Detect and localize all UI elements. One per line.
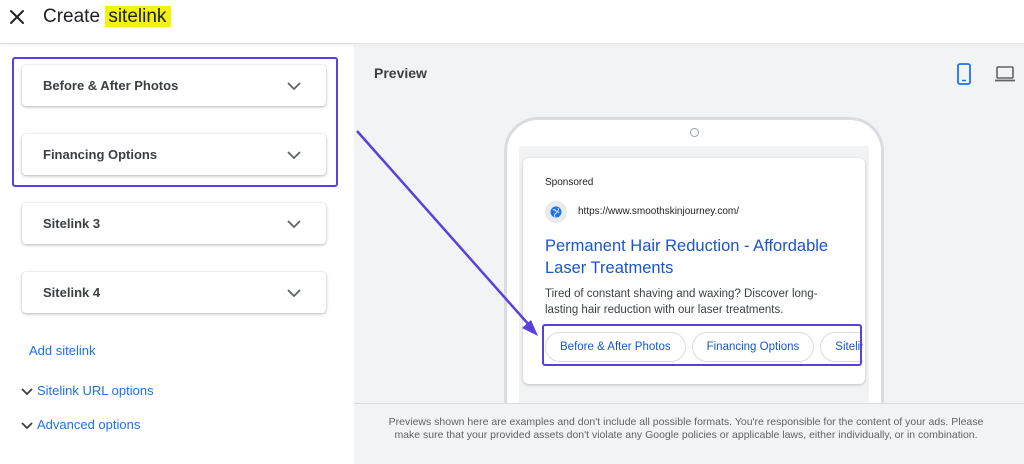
chevron-down-icon	[21, 388, 33, 396]
sitelink-url-options-label: Sitelink URL options	[37, 383, 154, 398]
preview-panel: Preview Sponsored https://www.smoothskin…	[354, 45, 1024, 464]
mobile-preview-button[interactable]	[956, 63, 972, 90]
close-icon	[10, 10, 24, 24]
preview-title: Preview	[374, 65, 427, 81]
sitelink-chip[interactable]: Financing Options	[691, 332, 815, 362]
phone-screen: Sponsored https://www.smoothskinjourney.…	[519, 146, 869, 407]
preview-disclaimer: Previews shown here are examples and don…	[354, 403, 1024, 464]
favicon	[545, 201, 567, 223]
globe-icon	[550, 206, 562, 218]
ad-description: Tired of constant shaving and waxing? Di…	[545, 288, 818, 316]
chevron-down-icon	[287, 151, 301, 160]
sitelink-accordion-label: Financing Options	[43, 147, 158, 162]
sitelink-chip[interactable]: Sitelink 3	[820, 332, 863, 362]
advanced-options-label: Advanced options	[37, 417, 141, 432]
page-title-highlight: sitelink	[105, 6, 172, 27]
camera-icon	[690, 128, 699, 137]
sitelink-chip[interactable]: Before & After Photos	[545, 332, 686, 362]
sitelink-accordion-1[interactable]: Before & After Photos	[22, 65, 326, 106]
close-button[interactable]	[6, 6, 28, 28]
page-title-prefix: Create	[43, 6, 101, 27]
sitelink-accordion-label: Sitelink 3	[43, 216, 101, 231]
chevron-down-icon	[287, 220, 301, 229]
header: Create sitelink	[0, 0, 1024, 44]
chevron-down-icon	[287, 82, 301, 91]
disclaimer-text: Previews shown here are examples and don…	[388, 416, 984, 441]
desktop-icon	[995, 66, 1015, 82]
ad-url: https://www.smoothskinjourney.com/	[578, 206, 739, 217]
ad-headline[interactable]: Permanent Hair Reduction - Affordable La…	[545, 235, 855, 279]
add-sitelink-link[interactable]: Add sitelink	[29, 343, 95, 358]
chevron-down-icon	[287, 289, 301, 298]
sitelink-accordion-3[interactable]: Sitelink 3	[22, 203, 326, 244]
phone-frame: Sponsored https://www.smoothskinjourney.…	[504, 117, 884, 407]
sitelink-editor-panel: Before & After Photos Financing Options …	[0, 45, 354, 464]
sitelink-accordion-label: Before & After Photos	[43, 78, 179, 93]
ad-preview-card: Sponsored https://www.smoothskinjourney.…	[523, 158, 865, 384]
sitelink-accordion-4[interactable]: Sitelink 4	[22, 272, 326, 313]
page-title: Create sitelink	[43, 4, 172, 30]
sitelink-accordion-2[interactable]: Financing Options	[22, 134, 326, 175]
chevron-down-icon	[21, 422, 33, 430]
desktop-preview-button[interactable]	[994, 65, 1016, 88]
sitelink-accordion-label: Sitelink 4	[43, 285, 101, 300]
mobile-icon	[957, 63, 971, 85]
sponsored-label: Sponsored	[545, 177, 594, 188]
sitelink-chips: Before & After Photos Financing Options Si…	[545, 332, 863, 364]
